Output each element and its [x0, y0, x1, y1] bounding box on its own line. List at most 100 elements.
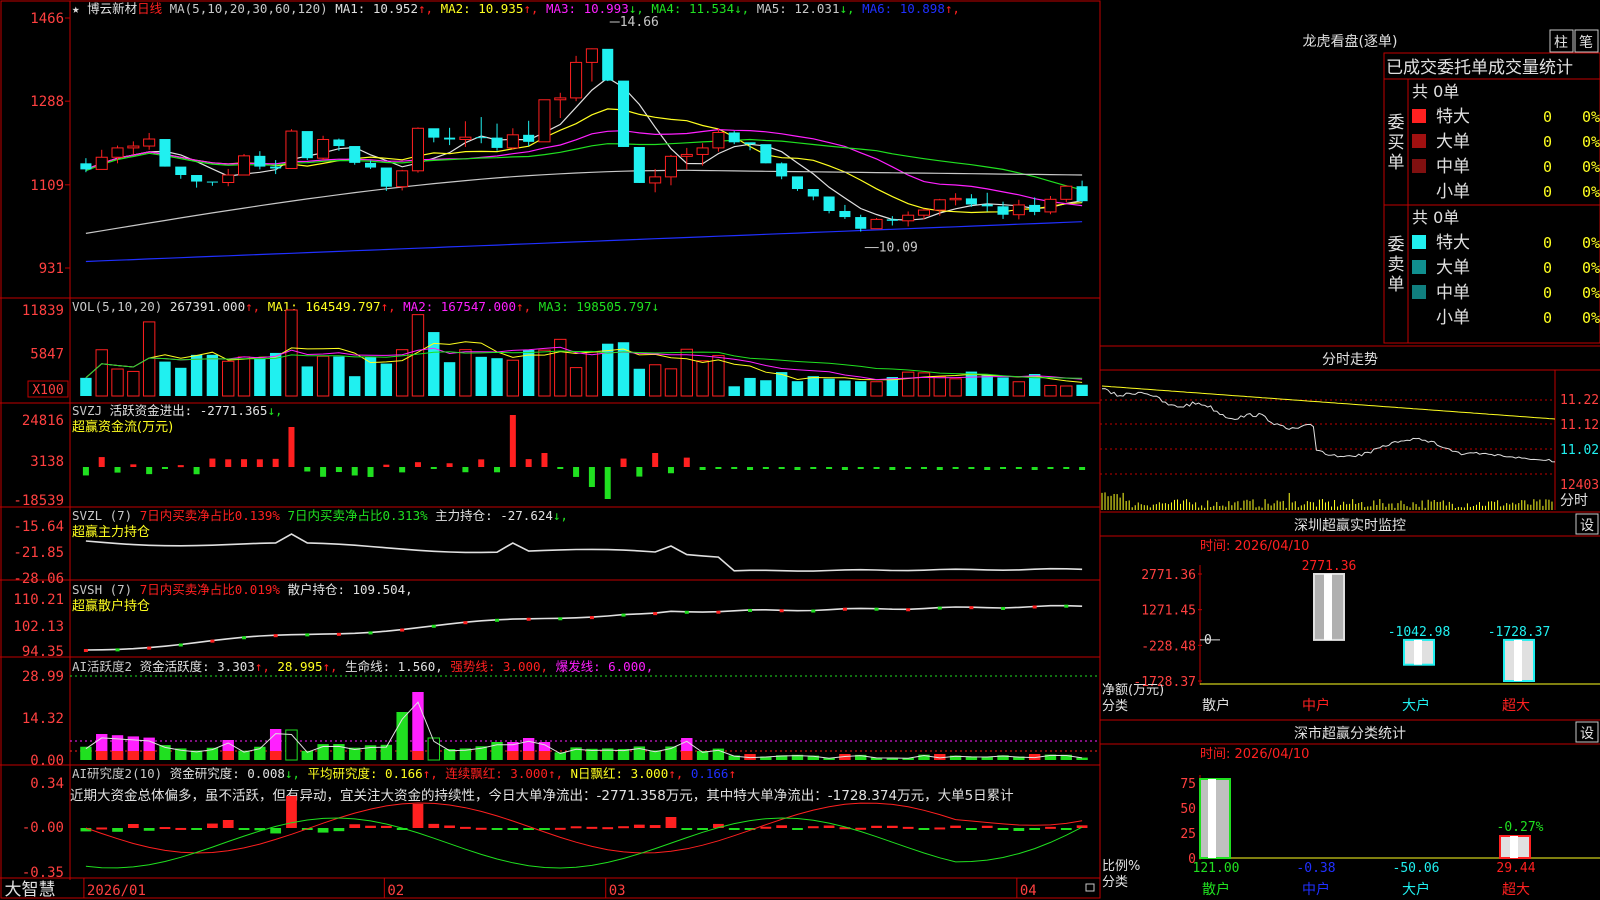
svsh-subtitle: 超赢散户持仓 — [72, 598, 150, 614]
research-bar — [855, 827, 867, 830]
svzj-panel[interactable]: 248163138-18539SVZJ 活跃资金进出: -2771.365↓,超… — [13, 403, 1086, 509]
svsh-tick-mark — [178, 643, 183, 647]
svsh-tick-mark — [589, 616, 594, 620]
sell-row-pct: 0% — [1582, 284, 1600, 302]
candle-body-up — [680, 153, 693, 157]
svzj-bar — [683, 457, 690, 467]
side-label-char: 单 — [1388, 275, 1405, 295]
svzl-header-part-3: 主力持仓: -27.624 — [435, 508, 553, 523]
svzl-header-part-1: 7日内买卖净占比0.139% — [140, 508, 288, 523]
candlestick-panel[interactable]: 1466 1288 1109 931 14.66 10.09 ★ 博云新材日线 MA(5,1… — [30, 1, 1088, 277]
intraday-label: 分时 — [1560, 493, 1588, 509]
candle-body-down — [491, 137, 503, 148]
svsh-panel[interactable]: 110.21 102.13 94.35 SVSH (7) 7日内买卖净占比0.019%… — [13, 582, 1083, 660]
main-header-part-15: ↑, — [945, 1, 960, 16]
ma5-line — [85, 77, 1083, 221]
active-bar-base — [222, 751, 234, 760]
candle-body-down — [191, 175, 203, 182]
svsh-tick-mark — [874, 607, 879, 611]
research-header-part-6: ↑, — [548, 766, 571, 781]
volume-bar-down — [269, 352, 282, 396]
research-axis-tick: -0.35 — [22, 865, 64, 881]
svsh-tick-mark — [811, 609, 816, 613]
svzj-bar — [193, 467, 200, 475]
candle-body-up — [585, 48, 598, 63]
svzj-axis-tick: 3138 — [30, 454, 64, 470]
vol-header-part-8: ↓ — [652, 299, 660, 314]
volume-bar-down — [80, 377, 92, 396]
sell-row-name: 大单 — [1436, 258, 1470, 278]
svsh-tick-mark — [684, 610, 689, 614]
stats-category: 中户 — [1302, 881, 1330, 898]
research-bar — [491, 828, 503, 831]
svzl-axis-tick: -15.64 — [13, 519, 64, 535]
research-header-part-9: 0.166 — [691, 766, 729, 781]
svsh-tick-mark — [115, 648, 120, 652]
side-label-char: 委 — [1388, 235, 1405, 255]
svzj-bar — [367, 467, 374, 477]
volume-bar-up — [585, 351, 599, 397]
candle-body-down — [633, 146, 645, 183]
svzl-header-part-2: 7日内买卖净占比0.313% — [287, 508, 435, 523]
research-bar — [807, 826, 819, 829]
candle-body-down — [602, 48, 614, 81]
svzj-bar — [177, 465, 184, 468]
volume-bar-down — [206, 354, 219, 396]
svzj-bar — [209, 458, 216, 467]
svsh-tick-mark — [495, 618, 500, 622]
research-bar — [475, 827, 487, 830]
volume-panel[interactable]: 118395847X100VOL(5,10,20) 267391.000↑, M… — [22, 299, 1088, 398]
intraday-tick: 11.02 — [1560, 443, 1599, 458]
buy-row-pct: 0% — [1582, 133, 1600, 151]
volume-bar-down — [190, 354, 203, 396]
research-bar — [349, 824, 361, 828]
volume-bar-down — [491, 358, 503, 396]
intraday-avg-line — [1101, 385, 1556, 420]
candle-body-up — [506, 134, 519, 149]
active-bar-base — [412, 751, 424, 760]
tab-label: 笔 — [1579, 35, 1593, 51]
volume-bar-down — [428, 332, 440, 396]
svzj-bar — [667, 467, 674, 474]
candle-body-down — [444, 137, 456, 140]
vol-axis-tick: 5847 — [30, 347, 64, 363]
monitor-bar-label: -1728.37 — [1488, 625, 1551, 640]
research-bar — [444, 825, 455, 828]
candle-body-down — [791, 176, 804, 190]
main-header: ★ 博云新材日线 MA(5,10,20,30,60,120) MA1: 10.9… — [72, 1, 960, 16]
svsh-tick-mark — [242, 636, 247, 640]
active-bar-base — [269, 751, 282, 760]
volume-bar-down — [791, 381, 804, 396]
ai-research-panel[interactable]: 0.34-0.00-0.35AI研究度2(10) 资金研究度: 0.008↓, … — [22, 766, 1088, 881]
svzj-bar — [620, 458, 627, 467]
active-header-part-3: 28.995 — [277, 659, 322, 674]
intraday-title: 分时走势 — [1322, 352, 1378, 368]
research-bar — [633, 824, 645, 828]
research-bar — [412, 804, 424, 828]
vol-header-part-7: MA3: 198505.797 — [539, 299, 652, 314]
candle-body-up — [712, 131, 725, 149]
date-label: 04 — [1020, 883, 1037, 899]
volume-bar-up — [506, 359, 520, 397]
ai-active-panel[interactable]: 28.9914.320.00AI活跃度2 资金活跃度: 3.303↑, 28.9… — [22, 659, 1100, 769]
stats-ratio-label: 比例% — [1102, 859, 1140, 874]
candle-body-up — [459, 136, 472, 140]
research-bar — [886, 825, 898, 828]
candle-body-down — [206, 181, 218, 183]
research-bar — [665, 817, 677, 828]
volume-bar-up — [459, 349, 472, 397]
svsh-tick-mark — [716, 610, 721, 614]
research-bar — [112, 828, 123, 832]
candle-body-down — [159, 139, 171, 167]
svzj-bar — [478, 459, 485, 467]
candle-body-down — [823, 196, 835, 211]
candle-body-down — [981, 204, 993, 207]
svzl-panel[interactable]: -15.64 -21.85 -28.06 SVZL (7) 7日内买卖净占比0.139… — [13, 508, 1083, 587]
sell-row-count: 0 — [1543, 259, 1552, 277]
main-header-part-4: MA1: 10.952 — [335, 1, 418, 16]
volume-bar-up — [142, 321, 156, 397]
svsh-axis-tick: 102.13 — [13, 619, 64, 635]
candle-body-down — [1029, 204, 1041, 212]
vol-header-part-1: 267391.000 — [170, 299, 245, 314]
volume-bar-up — [111, 368, 124, 397]
